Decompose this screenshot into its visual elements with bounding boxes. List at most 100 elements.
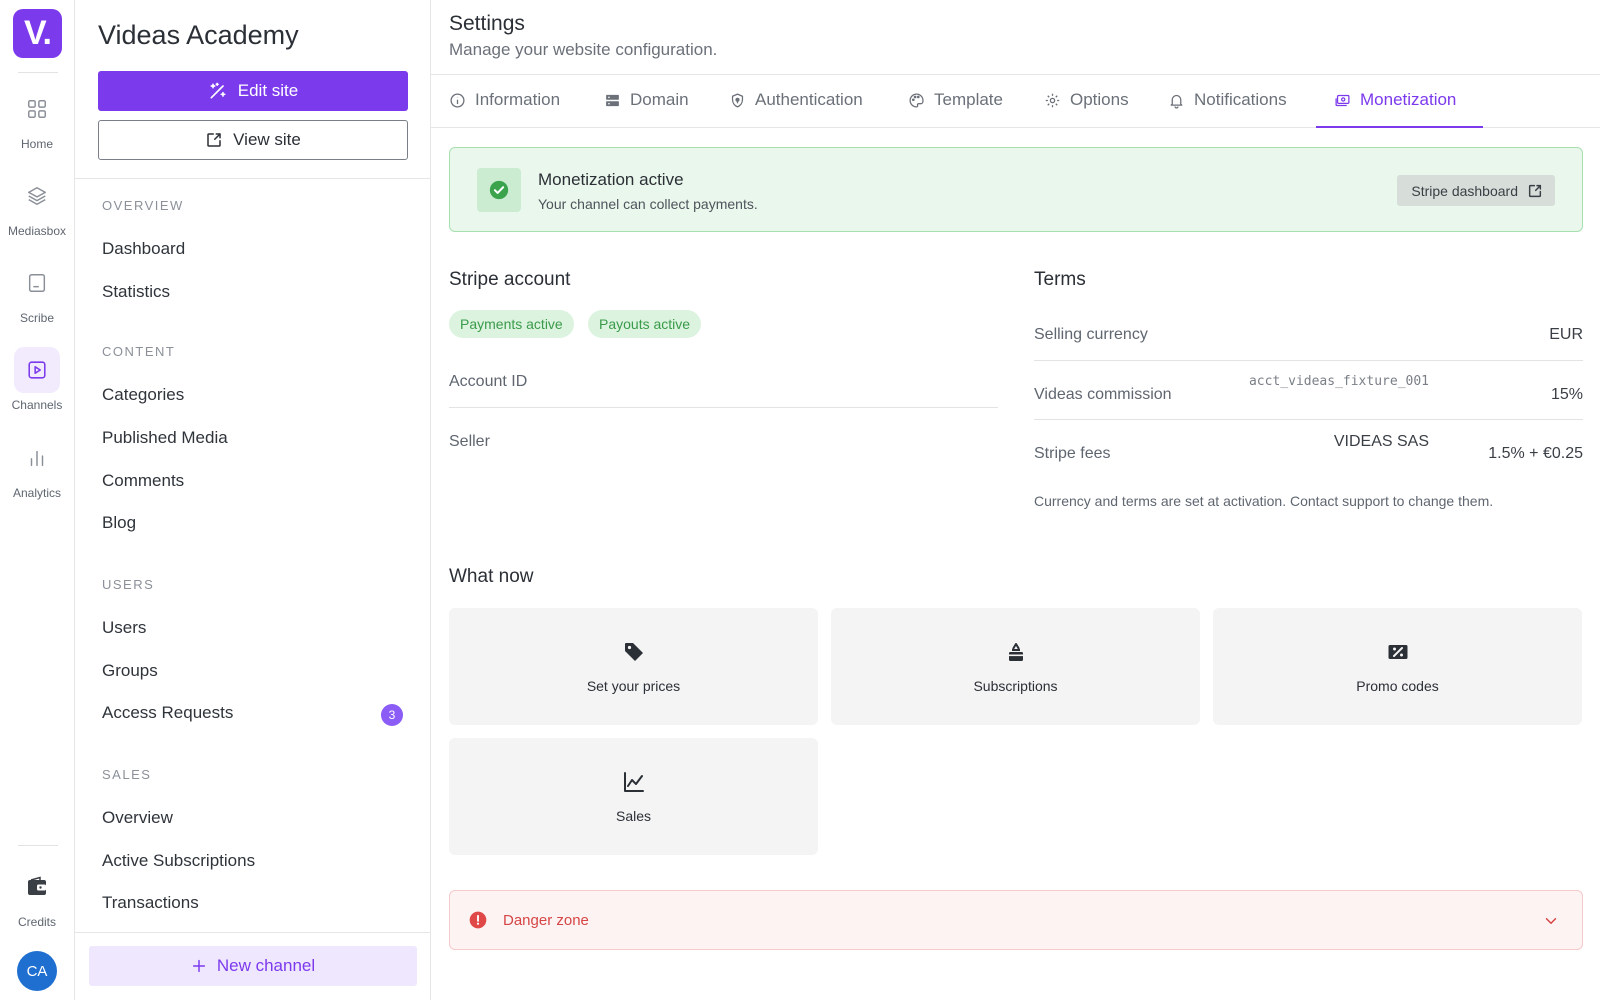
tab-domain[interactable]: Domain <box>604 90 689 128</box>
subscriptions-icon <box>1004 640 1028 664</box>
rail-item-channels[interactable]: Channels <box>0 347 74 412</box>
plus-icon <box>191 958 207 974</box>
chevron-down-icon <box>1542 912 1560 930</box>
stripe-account-heading: Stripe account <box>449 269 571 290</box>
info-icon <box>449 90 466 109</box>
stripe-fees-label: Stripe fees <box>1034 445 1111 462</box>
stripe-dashboard-button[interactable]: Stripe dashboard <box>1397 175 1555 206</box>
danger-zone-label: Danger zone <box>503 912 589 929</box>
rail-item-credits[interactable]: Credits <box>0 864 74 929</box>
nav-users[interactable]: Users <box>102 618 146 638</box>
tab-options[interactable]: Options <box>1044 90 1129 128</box>
subscriptions-card[interactable]: Subscriptions <box>831 608 1200 725</box>
shield-icon <box>729 90 746 109</box>
rail-label: Analytics <box>12 486 62 500</box>
tab-information[interactable]: Information <box>449 90 560 128</box>
tab-label: Domain <box>630 90 689 109</box>
terms-note: Currency and terms are set at activation… <box>1034 493 1494 509</box>
gear-icon <box>1044 90 1061 109</box>
section-users: USERS <box>102 577 155 592</box>
nav-comments[interactable]: Comments <box>102 471 184 491</box>
nav-sales-overview[interactable]: Overview <box>102 808 173 828</box>
alert-circle-icon <box>468 910 488 930</box>
set-prices-card[interactable]: Set your prices <box>449 608 818 725</box>
what-now-heading: What now <box>449 566 534 587</box>
tab-monetization[interactable]: Monetization <box>1316 90 1483 128</box>
tab-notifications[interactable]: Notifications <box>1168 90 1287 128</box>
account-id-value: acct_videas_fixture_001 <box>1248 374 1429 389</box>
sales-card[interactable]: Sales <box>449 738 818 855</box>
card-label: Promo codes <box>1356 677 1439 694</box>
sidebar-divider <box>75 178 430 179</box>
app-rail: V. Home Mediasbox Scribe Channels Analyt… <box>0 0 75 1000</box>
rail-item-mediasbox[interactable]: Mediasbox <box>0 173 74 238</box>
play-square-icon <box>14 347 60 393</box>
nav-published-media[interactable]: Published Media <box>102 428 228 448</box>
grid-icon <box>14 86 60 132</box>
check-circle-icon <box>477 168 521 212</box>
tab-label: Template <box>934 90 1003 109</box>
section-sales: SALES <box>102 767 152 782</box>
rail-label: Scribe <box>19 311 54 325</box>
promo-codes-card[interactable]: Promo codes <box>1213 608 1582 725</box>
tabs-top-border <box>431 74 1600 75</box>
account-id-label: Account ID <box>449 373 528 390</box>
terms-heading: Terms <box>1034 269 1086 290</box>
card-label: Sales <box>615 807 652 824</box>
selling-currency-value: EUR <box>1549 326 1583 343</box>
rail-label: Credits <box>17 915 56 929</box>
banner-title: Monetization active <box>538 170 684 189</box>
videas-commission-label: Videas commission <box>1034 386 1172 403</box>
danger-zone-accordion[interactable]: Danger zone <box>449 890 1583 950</box>
seller-value: VIDEAS SAS <box>1333 433 1429 450</box>
server-icon <box>604 90 621 109</box>
stripe-dashboard-label: Stripe dashboard <box>1411 182 1518 199</box>
nav-statistics[interactable]: Statistics <box>102 282 170 302</box>
rail-item-analytics[interactable]: Analytics <box>0 435 74 500</box>
row-divider <box>449 407 998 408</box>
banner-subtitle: Your channel can collect payments. <box>538 196 758 212</box>
rail-label: Channels <box>11 398 63 412</box>
nav-active-subscriptions[interactable]: Active Subscriptions <box>102 851 255 871</box>
card-label: Set your prices <box>586 677 681 694</box>
videas-commission-value: 15% <box>1550 386 1583 403</box>
rail-item-scribe[interactable]: Scribe <box>0 260 74 325</box>
magic-wand-icon <box>208 81 228 101</box>
access-requests-badge: 3 <box>381 704 403 726</box>
nav-dashboard[interactable]: Dashboard <box>102 239 185 259</box>
rail-divider <box>18 845 58 846</box>
card-label: Subscriptions <box>973 677 1058 694</box>
rail-item-home[interactable]: Home <box>0 86 74 151</box>
row-divider <box>1034 419 1583 420</box>
nav-categories[interactable]: Categories <box>102 385 184 405</box>
tab-label: Monetization <box>1360 90 1457 109</box>
monetization-status-banner: Monetization active Your channel can col… <box>449 147 1583 232</box>
view-site-button[interactable]: View site <box>98 120 408 160</box>
stripe-fees-value: 1.5% + €0.25 <box>1488 445 1583 462</box>
external-link-icon <box>1527 183 1543 199</box>
channel-sidebar: Videas Academy Edit site View site OVERV… <box>75 0 431 1000</box>
seller-label: Seller <box>449 433 490 450</box>
tab-label: Options <box>1070 90 1129 109</box>
tab-template[interactable]: Template <box>908 90 1003 128</box>
tab-label: Notifications <box>1194 90 1287 109</box>
new-channel-button[interactable]: New channel <box>89 946 417 986</box>
bell-icon <box>1168 90 1185 109</box>
nav-groups[interactable]: Groups <box>102 661 158 681</box>
document-icon <box>14 260 60 306</box>
nav-blog[interactable]: Blog <box>102 513 136 533</box>
nav-transactions[interactable]: Transactions <box>102 893 199 913</box>
edit-site-button[interactable]: Edit site <box>98 71 408 111</box>
page-subtitle: Manage your website configuration. <box>449 40 718 59</box>
nav-access-requests[interactable]: Access Requests <box>102 703 233 723</box>
user-avatar[interactable]: CA <box>17 951 57 991</box>
selling-currency-label: Selling currency <box>1034 326 1148 343</box>
payments-active-badge: Payments active <box>449 310 574 338</box>
app-logo[interactable]: V. <box>13 9 62 58</box>
rail-label: Home <box>20 137 53 151</box>
row-divider <box>1034 360 1583 361</box>
palette-icon <box>908 90 925 109</box>
tab-label: Authentication <box>755 90 863 109</box>
rail-divider <box>18 72 58 73</box>
tab-authentication[interactable]: Authentication <box>729 90 863 128</box>
